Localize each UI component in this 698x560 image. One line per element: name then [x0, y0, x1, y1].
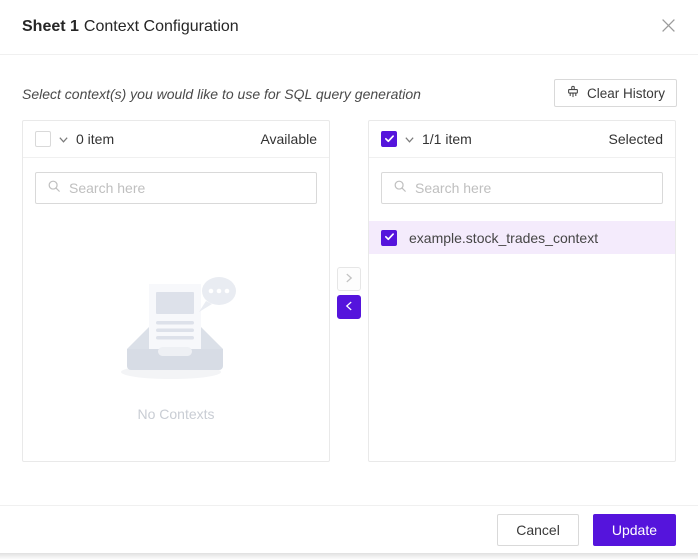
available-empty-state: No Contexts — [23, 271, 329, 422]
modal-header: Sheet 1 Context Configuration — [0, 0, 698, 55]
available-search-box — [35, 172, 317, 204]
selected-panel-header: 1/1 item Selected — [369, 121, 675, 158]
available-panel-header: 0 item Available — [23, 121, 329, 158]
available-search-input[interactable] — [69, 180, 305, 196]
modal-title-text: Context Configuration — [83, 18, 239, 35]
transfer-to-available-button[interactable] — [337, 295, 361, 319]
search-icon — [393, 179, 407, 198]
chevron-down-icon[interactable] — [58, 134, 69, 145]
context-configuration-modal: Sheet 1 Context Configuration Select cont… — [0, 0, 698, 560]
check-icon — [384, 132, 395, 147]
modal-subtitle: Select context(s) you would like to use … — [22, 86, 421, 102]
sheet-name: Sheet 1 — [22, 18, 79, 35]
arrow-left-icon — [342, 299, 356, 316]
item-checkbox[interactable] — [381, 229, 397, 246]
modal-footer: Cancel Update — [0, 505, 698, 553]
chevron-down-icon[interactable] — [404, 134, 415, 145]
check-icon — [384, 230, 395, 245]
transfer-to-selected-button[interactable] — [337, 267, 361, 291]
update-button[interactable]: Update — [592, 513, 676, 546]
clear-history-button[interactable]: Clear History — [553, 79, 677, 107]
available-panel-label: Available — [260, 131, 317, 147]
selected-select-all-checkbox[interactable] — [381, 131, 397, 147]
clear-history-label: Clear History — [586, 85, 665, 101]
selected-search-box — [381, 172, 663, 204]
available-count: 0 item — [76, 131, 115, 147]
selected-list: example.stock_trades_context — [369, 221, 675, 254]
selected-panel-label: Selected — [608, 131, 663, 147]
available-select-all-checkbox[interactable] — [35, 131, 51, 147]
selected-panel: 1/1 item Selected example.stock_trades_c… — [368, 120, 676, 462]
close-button[interactable] — [656, 15, 680, 39]
selected-search-input[interactable] — [415, 180, 651, 196]
available-panel: 0 item Available Search here No Contexts — [22, 120, 330, 462]
empty-text: No Contexts — [137, 406, 215, 422]
selected-count: 1/1 item — [422, 131, 472, 147]
list-item-label: example.stock_trades_context — [409, 229, 599, 246]
close-icon — [661, 18, 676, 36]
list-item[interactable]: example.stock_trades_context — [369, 221, 675, 254]
arrow-right-icon — [342, 271, 356, 288]
broom-icon — [566, 85, 580, 102]
modal-title: Sheet 1 Context Configuration — [22, 18, 239, 36]
modal-bottom-shadow — [0, 553, 698, 560]
cancel-button[interactable]: Cancel — [497, 513, 579, 546]
search-icon — [47, 179, 61, 198]
empty-inbox-illustration — [101, 271, 251, 388]
